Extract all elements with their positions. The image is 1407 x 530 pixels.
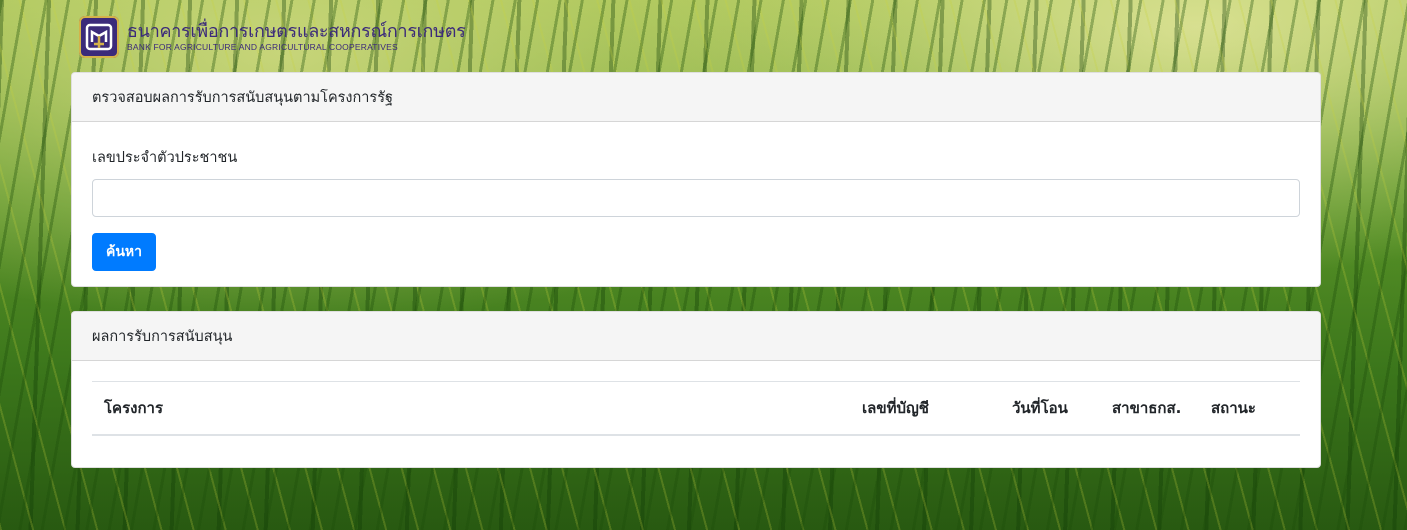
bank-logo: ธนาคารเพื่อการเกษตรและสหกรณ์การเกษตร BAN… — [79, 16, 466, 58]
column-transfer-date: วันที่โอน — [1000, 381, 1100, 436]
column-account-number: เลขที่บัญชี — [850, 381, 1000, 436]
column-branch: สาขาธกส. — [1100, 381, 1199, 436]
result-table: โครงการ เลขที่บัญชี วันที่โอน สาขาธกส. ส… — [92, 381, 1300, 436]
citizen-id-label: เลขประจำตัวประชาชน — [92, 150, 238, 166]
table-header-row: โครงการ เลขที่บัญชี วันที่โอน สาขาธกส. ส… — [92, 381, 1300, 436]
baac-logo-icon — [79, 16, 119, 58]
search-form: เลขประจำตัวประชาชน ค้นหา — [72, 122, 1320, 286]
result-card-title: ผลการรับการสนับสนุน — [72, 312, 1320, 361]
brand-name-thai: ธนาคารเพื่อการเกษตรและสหกรณ์การเกษตร — [127, 20, 466, 42]
brand-name-english: BANK FOR AGRICULTURE AND AGRICULTURAL CO… — [127, 41, 398, 52]
result-card: ผลการรับการสนับสนุน โครงการ เลขที่บัญชี … — [71, 311, 1321, 468]
search-button[interactable]: ค้นหา — [92, 233, 157, 271]
search-card: ตรวจสอบผลการรับการสนับสนุนตามโครงการรัฐ … — [71, 72, 1321, 287]
column-project: โครงการ — [92, 381, 850, 436]
search-card-title: ตรวจสอบผลการรับการสนับสนุนตามโครงการรัฐ — [72, 73, 1320, 122]
column-status: สถานะ — [1199, 381, 1300, 436]
citizen-id-input[interactable] — [92, 179, 1300, 217]
